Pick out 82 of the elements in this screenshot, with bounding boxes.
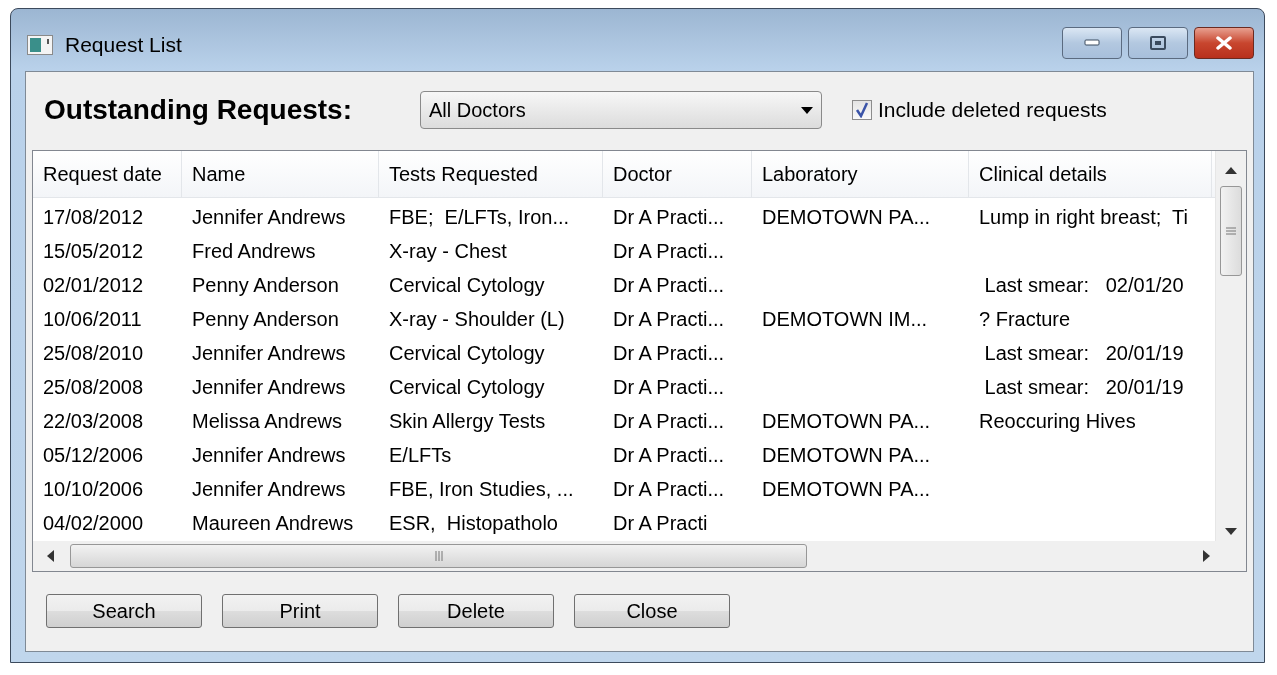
table-cell: Dr A Practi... — [613, 273, 725, 297]
column-header[interactable]: Laboratory — [752, 151, 969, 197]
table-cell: Jennifer Andrews — [192, 341, 346, 365]
column-header[interactable]: Request date — [33, 151, 182, 197]
table-cell: 25/08/2010 — [43, 341, 144, 365]
table-cell: X-ray - Shoulder (L) — [389, 307, 565, 331]
table-cell: Dr A Practi... — [613, 341, 725, 365]
table-cell: 25/08/2008 — [43, 375, 144, 399]
minimize-icon — [1084, 39, 1100, 47]
table-cell: DEMOTOWN PA... — [762, 477, 931, 501]
column-header[interactable]: Clinical details — [969, 151, 1212, 197]
dialog-button[interactable]: Close — [574, 594, 730, 628]
table-cell-text: Last smear: 20/01/19 — [983, 375, 1184, 399]
horizontal-scrollbar[interactable] — [33, 541, 1246, 571]
table-cell: X-ray - Chest — [389, 239, 507, 263]
dropdown-arrow-icon — [801, 106, 813, 114]
table-cell: Reoccuring Hives — [979, 409, 1136, 433]
table-cell: Dr A Practi... — [613, 477, 725, 501]
table-cell: Dr A Practi... — [613, 443, 725, 467]
table-cell: 15/05/2012 — [43, 239, 144, 263]
table-cell: 22/03/2008 — [43, 409, 144, 433]
table-cell: Maureen Andrews — [192, 511, 354, 535]
table-cell-text: Last smear: 20/01/19 — [983, 341, 1184, 365]
table-cell: DEMOTOWN PA... — [762, 205, 931, 229]
table-cell: Dr A Practi... — [613, 375, 725, 399]
table-cell: Jennifer Andrews — [192, 205, 346, 229]
table-cell: DEMOTOWN IM... — [762, 307, 928, 331]
close-button[interactable] — [1194, 27, 1254, 59]
table-cell: Jennifer Andrews — [192, 375, 346, 399]
close-icon — [1215, 36, 1233, 50]
dialog-button[interactable]: Print — [222, 594, 378, 628]
table-cell: Lump in right breast; Ti — [979, 205, 1188, 229]
table-cell: ? Fracture — [979, 307, 1071, 331]
vertical-scrollbar[interactable] — [1215, 151, 1246, 541]
table-cell: 17/08/2012 — [43, 205, 144, 229]
doctor-dropdown[interactable]: All Doctors — [420, 91, 822, 129]
table-cell: 05/12/2006 — [43, 443, 144, 467]
table-cell: Dr A Practi... — [613, 307, 725, 331]
scroll-up-icon — [1225, 167, 1237, 174]
table-cell: E/LFTs — [389, 443, 452, 467]
table-cell: 02/01/2012 — [43, 273, 144, 297]
checkbox-label[interactable]: Include deleted requests — [878, 98, 1107, 122]
table-cell: Jennifer Andrews — [192, 443, 346, 467]
table-cell: 10/10/2006 — [43, 477, 144, 501]
table-cell: Dr A Practi... — [613, 239, 725, 263]
scroll-down-icon — [1225, 528, 1237, 535]
table-cell: Fred Andrews — [192, 239, 316, 263]
table-cell: Cervical Cytology — [389, 273, 545, 297]
table-cell: Penny Anderson — [192, 307, 339, 331]
table-cell: Melissa Andrews — [192, 409, 343, 433]
table-cell: ESR, Histopatholo — [389, 511, 558, 535]
table-cell: Cervical Cytology — [389, 375, 545, 399]
table-cell: FBE, Iron Studies, ... — [389, 477, 574, 501]
table-cell: Jennifer Andrews — [192, 477, 346, 501]
minimize-button[interactable] — [1062, 27, 1122, 59]
table-cell: Dr A Practi... — [613, 205, 725, 229]
table-cell: FBE; E/LFTs, Iron... — [389, 205, 570, 229]
table-cell: Dr A Practi — [613, 511, 708, 535]
table-cell: Skin Allergy Tests — [389, 409, 546, 433]
table-cell: DEMOTOWN PA... — [762, 409, 931, 433]
maximize-button[interactable] — [1128, 27, 1188, 59]
dialog-button[interactable]: Delete — [398, 594, 554, 628]
window-title: Request List — [65, 33, 182, 57]
checkbox[interactable] — [852, 100, 872, 120]
column-header[interactable]: Doctor — [603, 151, 752, 197]
column-header[interactable]: Name — [182, 151, 379, 197]
scroll-right-icon — [1203, 550, 1210, 562]
heading: Outstanding Requests: — [44, 94, 353, 126]
column-header[interactable]: Tests Requested — [379, 151, 603, 197]
window-icon — [27, 35, 53, 55]
table-cell: Cervical Cytology — [389, 341, 545, 365]
dialog-button[interactable]: Search — [46, 594, 202, 628]
scrollbar-thumb[interactable] — [1220, 186, 1242, 276]
table-cell: Dr A Practi... — [613, 409, 725, 433]
scrollbar-thumb[interactable] — [70, 544, 807, 568]
table-cell-text: Last smear: 02/01/20 — [983, 273, 1184, 297]
scroll-left-icon — [47, 550, 54, 562]
table-cell: 04/02/2000 — [43, 511, 144, 535]
maximize-icon — [1150, 36, 1166, 50]
table-cell: DEMOTOWN PA... — [762, 443, 931, 467]
table-cell: Penny Anderson — [192, 273, 339, 297]
table-cell: 10/06/2011 — [43, 307, 142, 331]
